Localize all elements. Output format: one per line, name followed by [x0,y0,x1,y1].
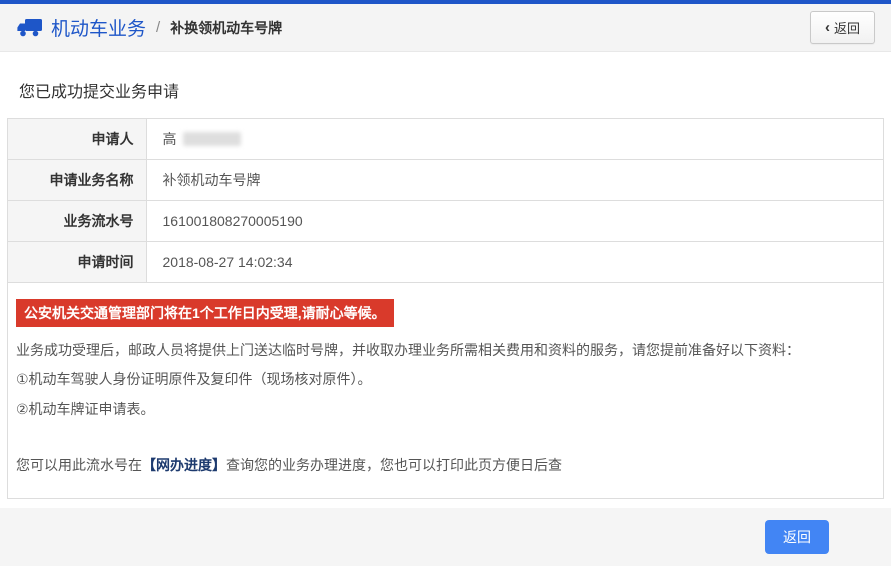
notice-line-1: 业务成功受理后，邮政人员将提供上门送达临时号牌，并收取办理业务所需相关费用和资料… [16,340,875,360]
redacted-name [183,132,241,146]
spacer [16,428,875,446]
alert-banner: 公安机关交通管理部门将在1个工作日内受理,请耐心等候。 [16,299,394,327]
page: 机动车业务 / 补换领机动车号牌 ‹ 返回 您已成功提交业务申请 申请人 高 申… [0,0,891,504]
notice-progress-line: 您可以用此流水号在【网办进度】查询您的业务办理进度，您也可以打印此页方便日后查 [16,455,875,475]
table-row: 业务流水号 161001808270005190 [8,201,883,242]
row-label-serial-number: 业务流水号 [8,201,146,242]
row-value-applicant: 高 [146,119,883,160]
back-button-bottom[interactable]: 返回 [765,520,829,554]
notice-item-1: ①机动车驾驶人身份证明原件及复印件（现场核对原件）。 [16,369,875,389]
table-row: 申请业务名称 补领机动车号牌 [8,160,883,201]
breadcrumb-current-page: 补换领机动车号牌 [170,18,282,38]
breadcrumb: 机动车业务 / 补换领机动车号牌 [16,14,282,41]
back-button-top-label: 返回 [834,18,860,37]
table-row: 申请时间 2018-08-27 14:02:34 [8,242,883,283]
back-button-top[interactable]: ‹ 返回 [810,11,875,44]
row-value-business-name: 补领机动车号牌 [146,160,883,201]
truck-icon [16,17,43,38]
progress-line-prefix: 您可以用此流水号在 [16,457,142,473]
details-table: 申请人 高 申请业务名称 补领机动车号牌 业务流水号 1610018082700… [8,119,883,283]
page-header: 机动车业务 / 补换领机动车号牌 ‹ 返回 [0,4,891,52]
row-label-business-name: 申请业务名称 [8,160,146,201]
page-footer: 返回 [0,508,891,566]
row-value-serial-number: 161001808270005190 [146,201,883,242]
main-content: 您已成功提交业务申请 申请人 高 申请业务名称 补领机动车号牌 业务流水号 16… [0,52,891,499]
applicant-name: 高 [163,131,177,147]
success-title: 您已成功提交业务申请 [19,78,872,102]
details-panel: 申请人 高 申请业务名称 补领机动车号牌 业务流水号 1610018082700… [7,118,884,499]
breadcrumb-module-title[interactable]: 机动车业务 [51,14,146,41]
notice-section: 公安机关交通管理部门将在1个工作日内受理,请耐心等候。 业务成功受理后，邮政人员… [8,283,883,498]
online-progress-link[interactable]: 【网办进度】 [142,457,226,473]
table-row: 申请人 高 [8,119,883,160]
row-value-apply-time: 2018-08-27 14:02:34 [146,242,883,283]
breadcrumb-separator: / [156,19,160,36]
row-label-applicant: 申请人 [8,119,146,160]
notice-item-2: ②机动车牌证申请表。 [16,399,875,419]
chevron-left-icon: ‹ [825,20,830,35]
progress-line-suffix: 查询您的业务办理进度，您也可以打印此页方便日后查 [226,457,562,473]
row-label-apply-time: 申请时间 [8,242,146,283]
